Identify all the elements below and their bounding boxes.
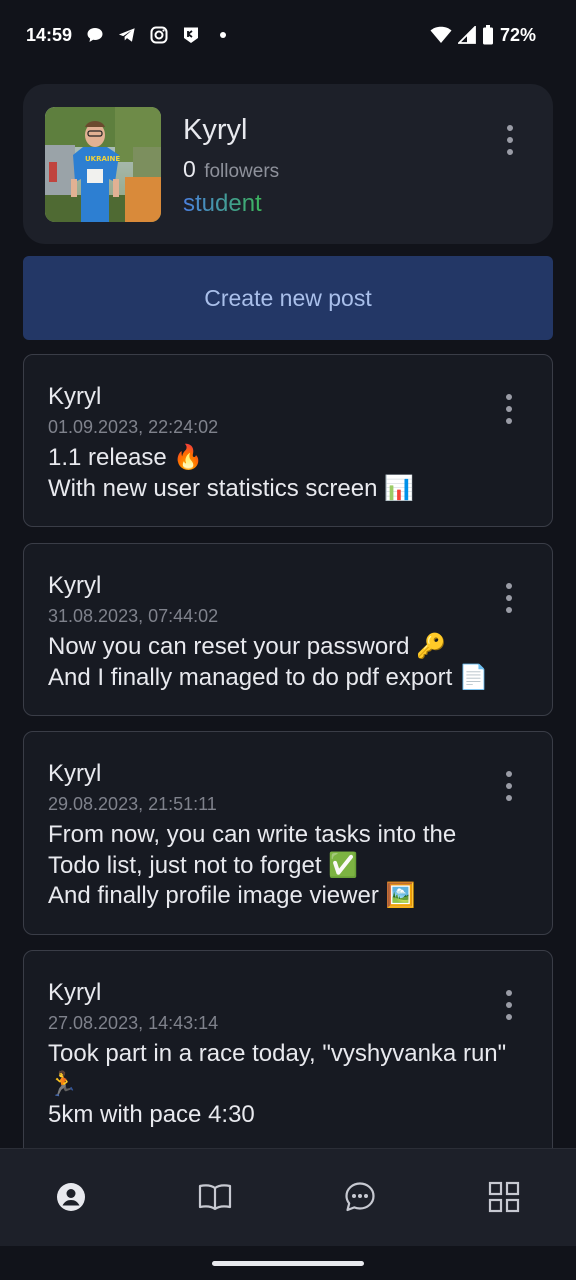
- post-date: 01.09.2023, 22:24:02: [48, 417, 219, 437]
- post-line: And finally profile image viewer 🖼️: [48, 882, 416, 909]
- post-card[interactable]: Kyryl 31.08.2023, 07:44:02 Now you can r…: [23, 543, 553, 716]
- post-body: From now, you can write tasks into the T…: [48, 820, 538, 912]
- profile-name: Kyryl: [183, 114, 248, 146]
- post-line: Took part in a race today, "vyshyvanka r…: [48, 1040, 507, 1067]
- post-body: Took part in a race today, "vyshyvanka r…: [48, 1039, 538, 1131]
- more-vertical-icon[interactable]: [494, 389, 524, 429]
- grid-icon: [488, 1181, 520, 1213]
- status-left: 14:59: [26, 25, 232, 46]
- avatar[interactable]: UKRAINE: [45, 107, 161, 222]
- create-new-post-button[interactable]: Create new post: [23, 256, 553, 340]
- bottom-navigation: [0, 1148, 576, 1246]
- post-line: From now, you can write tasks into the: [48, 821, 457, 848]
- app-shield-icon: [182, 26, 200, 44]
- post-line: With new user statistics screen 📊: [48, 474, 414, 502]
- notification-dot-icon: [214, 26, 232, 44]
- followers-number: 0: [183, 156, 196, 182]
- chat-icon: [345, 1182, 375, 1212]
- post-author: Kyryl: [48, 979, 102, 1006]
- more-vertical-icon[interactable]: [494, 985, 524, 1025]
- post-line: 5km with pace 4:30: [48, 1101, 255, 1128]
- post-author: Kyryl: [48, 383, 102, 410]
- post-line: 1.1 release 🔥: [48, 444, 204, 471]
- avatar-photo: UKRAINE: [45, 107, 161, 222]
- post-date: 29.08.2023, 21:51:11: [48, 794, 217, 814]
- followers-count: 0 followers: [183, 156, 279, 183]
- svg-text:UKRAINE: UKRAINE: [85, 155, 120, 163]
- status-time: 14:59: [26, 24, 73, 45]
- battery-icon: [482, 25, 494, 45]
- profile-card: UKRAINE Kyryl 0 followers student: [23, 84, 553, 244]
- post-line: Now you can reset your password 🔑: [48, 633, 447, 660]
- instagram-icon: [150, 26, 168, 44]
- post-date: 31.08.2023, 07:44:02: [48, 606, 219, 626]
- more-vertical-icon[interactable]: [494, 578, 524, 618]
- signal-icon: [457, 26, 476, 44]
- post-card[interactable]: Kyryl 29.08.2023, 21:51:11 From now, you…: [23, 731, 553, 935]
- home-gesture-bar[interactable]: [212, 1261, 364, 1266]
- status-right: 72%: [430, 25, 536, 46]
- nav-grid[interactable]: [484, 1177, 524, 1217]
- nav-profile[interactable]: [51, 1177, 91, 1217]
- status-bar: 14:59 72%: [0, 0, 576, 70]
- nav-chat[interactable]: [340, 1177, 380, 1217]
- post-line: Todo list, just not to forget ✅: [48, 851, 359, 879]
- telegram-icon: [118, 26, 136, 44]
- profile-role: student: [183, 190, 262, 217]
- post-date: 27.08.2023, 14:43:14: [48, 1013, 219, 1033]
- post-line: 🏃: [48, 1070, 78, 1098]
- post-card[interactable]: Kyryl 01.09.2023, 22:24:02 1.1 release 🔥…: [23, 354, 553, 527]
- profile-icon: [57, 1183, 85, 1211]
- post-author: Kyryl: [48, 760, 102, 787]
- book-icon: [198, 1184, 232, 1211]
- wifi-icon: [430, 26, 452, 44]
- chat-bubble-icon: [86, 26, 104, 44]
- followers-label: followers: [204, 161, 280, 182]
- post-card[interactable]: Kyryl 27.08.2023, 14:43:14 Took part in …: [23, 950, 553, 1180]
- post-body: Now you can reset your password 🔑 And I …: [48, 632, 538, 693]
- battery-percent: 72%: [499, 24, 536, 45]
- more-vertical-icon[interactable]: [495, 120, 525, 160]
- more-vertical-icon[interactable]: [494, 766, 524, 806]
- post-body: 1.1 release 🔥 With new user statistics s…: [48, 443, 538, 504]
- post-author: Kyryl: [48, 572, 102, 599]
- nav-book[interactable]: [195, 1177, 235, 1217]
- post-line: And I finally managed to do pdf export 📄: [48, 663, 489, 691]
